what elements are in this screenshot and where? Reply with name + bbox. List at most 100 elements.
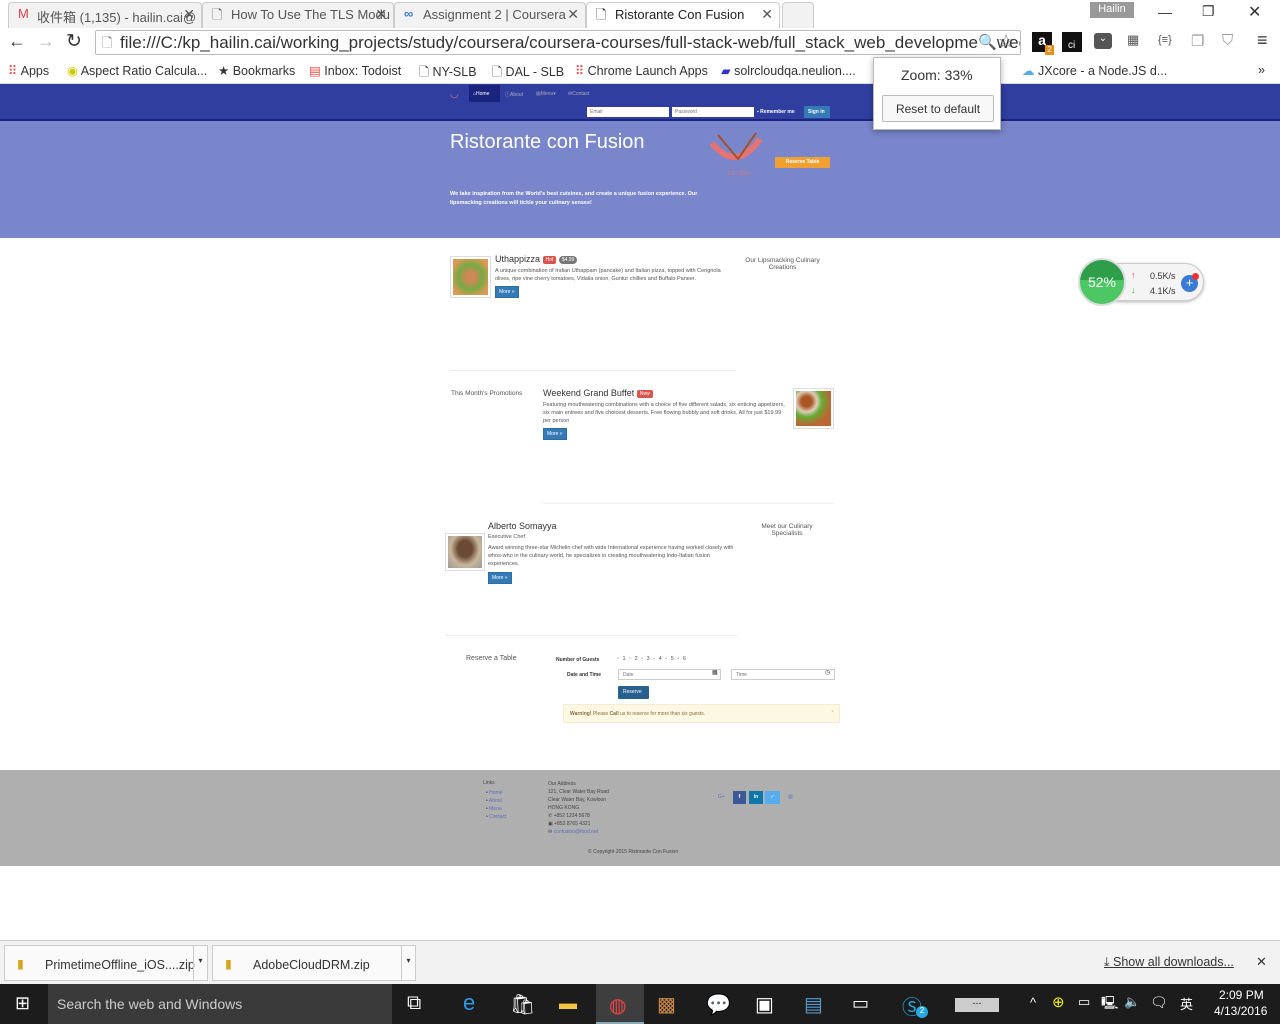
clock-time[interactable]: 2:09 PM	[1219, 988, 1264, 1002]
bookmark-todoist[interactable]: ▤ Inbox: Todoist	[309, 63, 401, 78]
tab-ristorante[interactable]: 🗋 Ristorante Con Fusion ✕	[586, 2, 780, 28]
forward-button[interactable]: →	[37, 31, 55, 52]
bookmark-solrcloud[interactable]: ▰ solrcloudqa.neulion....	[721, 63, 856, 78]
bookmark-dal-slb[interactable]: 🗋 DAL - SLB	[492, 63, 564, 84]
volume-icon[interactable]: 🔈	[1124, 994, 1140, 1010]
clock-icon[interactable]: ◷	[825, 669, 830, 676]
clock-date[interactable]: 4/13/2016	[1214, 1004, 1267, 1018]
nav-home[interactable]: ⌂Home	[469, 85, 500, 102]
taskbar-search[interactable]: Search the web and Windows	[48, 984, 392, 1024]
close-icon[interactable]: ✕	[567, 6, 579, 23]
angular-icon[interactable]: ⛉	[1222, 32, 1233, 49]
bookmark-jxcore[interactable]: ☁ JXcore - a Node.JS d...	[1022, 63, 1167, 78]
restore-button[interactable]: ❐	[1202, 3, 1215, 20]
profile-button[interactable]: Hailin	[1090, 2, 1134, 18]
app-icon[interactable]: ▩	[657, 992, 676, 1017]
nav-contact[interactable]: ✉Contact	[568, 91, 589, 97]
guest-radio-5[interactable]: ◦ 5	[665, 656, 674, 662]
reserve-button[interactable]: Reserve	[618, 686, 649, 699]
address-bar[interactable]: 🗋 file:///C:/kp_hailin.cai/working_projec…	[95, 30, 1021, 55]
cmd-icon[interactable]: ▭	[852, 993, 869, 1014]
bookmark-aspect-ratio[interactable]: ◉ Aspect Ratio Calcula...	[67, 63, 207, 78]
tray-chevron-icon[interactable]: ^	[1030, 995, 1036, 1010]
close-icon[interactable]: ✕	[375, 6, 387, 23]
tab-coursera[interactable]: ∞ Assignment 2 | Coursera ✕	[394, 2, 586, 28]
pocket-icon[interactable]: ⌄	[1094, 33, 1112, 49]
download-item[interactable]: ▮ AdobeCloudDRM.zip ▾	[212, 945, 416, 981]
guest-radio-6[interactable]: ◦ 6	[677, 656, 686, 662]
show-all-downloads-link[interactable]: ⤓ Show all downloads...	[1104, 955, 1234, 970]
email-input[interactable]	[587, 107, 669, 117]
qr-code-icon[interactable]: ▦	[1127, 32, 1139, 48]
app-icon[interactable]: ▣	[755, 992, 774, 1017]
dish-more-button[interactable]: More »	[495, 286, 519, 298]
promo-more-button[interactable]: More »	[543, 428, 567, 440]
navbar-logo[interactable]: ◡	[450, 89, 459, 100]
bookmark-apps[interactable]: ⠿ Apps	[8, 63, 49, 78]
nav-menu[interactable]: ▤Menu▾	[536, 91, 556, 97]
youtube-icon[interactable]: ▥	[788, 794, 793, 800]
footer-link-home[interactable]: Home	[489, 790, 502, 796]
calendar-icon[interactable]: ▦	[712, 669, 718, 676]
linkedin-icon[interactable]: in	[749, 791, 763, 804]
footer-link-about[interactable]: About	[489, 798, 502, 804]
zoom-icon[interactable]: 🔍	[978, 33, 997, 51]
network-app-icon[interactable]: ▤	[804, 992, 823, 1017]
download-menu-button[interactable]: ▾	[193, 946, 207, 980]
bookmark-bookmarks[interactable]: ★ Bookmarks	[218, 63, 295, 78]
close-icon[interactable]: ✕	[761, 6, 773, 23]
facebook-icon[interactable]: f	[733, 791, 746, 804]
alert-close-button[interactable]: ×	[831, 709, 834, 715]
tab-gmail[interactable]: M 收件箱 (1,135) - hailin.cai@ ✕	[8, 2, 202, 28]
network-speed-widget[interactable]: 52% ↑ 0.5K/s ↓ 4.1K/s +	[1078, 258, 1206, 306]
battery-icon[interactable]: ▭	[1078, 994, 1090, 1010]
google-plus-icon[interactable]: G+	[718, 794, 725, 800]
close-shelf-button[interactable]: ✕	[1256, 954, 1267, 970]
close-window-button[interactable]: ✕	[1248, 2, 1261, 22]
reload-button[interactable]: ↻	[66, 30, 82, 53]
tray-plus-icon[interactable]: ⊕	[1052, 993, 1065, 1011]
minimize-button[interactable]: —	[1158, 4, 1172, 20]
nav-about[interactable]: ⓘAbout	[505, 91, 523, 98]
ci-extension-icon[interactable]: ci	[1062, 32, 1082, 52]
json-viewer-icon[interactable]: {≡}	[1158, 34, 1172, 46]
reserve-table-button[interactable]: Reserve Table	[775, 157, 830, 168]
network-icon[interactable]: 🖳	[1101, 994, 1118, 1016]
chrome-taskbar-button[interactable]: ◍	[596, 984, 644, 1024]
task-view-icon[interactable]: ⧉	[407, 992, 421, 1015]
twitter-icon[interactable]: ✓	[765, 791, 780, 804]
guest-radio-4[interactable]: ◦ 4	[653, 656, 662, 662]
star-icon[interactable]: ☆	[998, 31, 1014, 52]
footer-link-contact[interactable]: Contact	[489, 814, 506, 820]
action-center-icon[interactable]: 🗨	[1150, 994, 1168, 1011]
guest-radio-2[interactable]: ◦ 2	[629, 656, 638, 662]
date-input[interactable]	[618, 669, 721, 680]
file-explorer-icon[interactable]: ▬	[559, 993, 577, 1014]
password-input[interactable]	[672, 107, 754, 117]
copy-extension-icon[interactable]: ❐	[1191, 32, 1204, 50]
guest-radio-3[interactable]: ◦ 3	[641, 656, 650, 662]
reset-zoom-button[interactable]: Reset to default	[882, 95, 994, 122]
footer-email-link[interactable]: confusion@food.net	[554, 829, 599, 835]
guest-radio-1[interactable]: ◦ 1	[617, 656, 626, 662]
new-tab-button[interactable]	[782, 2, 814, 28]
back-button[interactable]: ←	[8, 31, 26, 52]
remember-me-checkbox[interactable]: ▪ Remember me	[757, 109, 795, 115]
ime-icon[interactable]: 英	[1180, 994, 1193, 1013]
download-menu-button[interactable]: ▾	[401, 946, 415, 980]
tab-tls[interactable]: 🗋 How To Use The TLS Modu ✕	[202, 2, 394, 28]
bookmark-chrome-launch[interactable]: ⠿ Chrome Launch Apps	[575, 63, 708, 78]
menu-icon[interactable]: ≡	[1257, 30, 1268, 51]
bookmarks-more[interactable]: »	[1258, 63, 1265, 77]
edge-icon[interactable]: e	[463, 990, 475, 1016]
footer-link-menu[interactable]: Menu	[489, 806, 502, 812]
time-input[interactable]	[731, 669, 835, 680]
close-icon[interactable]: ✕	[183, 6, 195, 23]
wechat-icon[interactable]: 💬	[706, 992, 731, 1017]
windows-start-icon[interactable]: ⊞	[15, 993, 30, 1014]
chef-more-button[interactable]: More »	[488, 572, 512, 584]
tray-app-icon[interactable]: ---	[955, 998, 999, 1012]
bookmark-ny-slb[interactable]: 🗋 NY-SLB	[419, 63, 477, 84]
sign-in-button[interactable]: Sign in	[804, 106, 830, 118]
download-item[interactable]: ▮ PrimetimeOffline_iOS....zip ▾	[4, 945, 208, 981]
